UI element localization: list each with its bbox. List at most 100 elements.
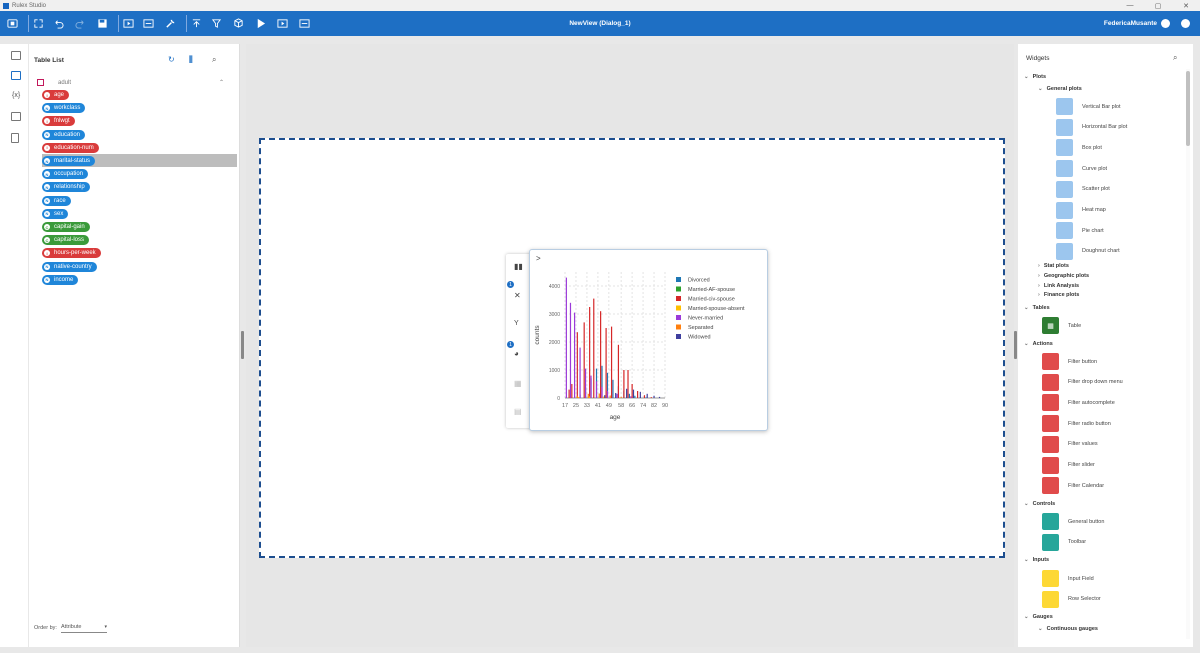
layout-icon[interactable]	[140, 15, 157, 32]
widget-row-selector[interactable]: Row Selector	[1042, 590, 1101, 608]
widget-horizontal-bar-plot[interactable]: Horizontal Bar plot	[1056, 118, 1127, 136]
attribute-chip-capital-loss[interactable]: Ccapital-loss	[42, 235, 90, 246]
tree-plots[interactable]: ⌄ Plots	[1024, 74, 1046, 80]
search-icon[interactable]: ⌕	[212, 55, 216, 65]
home-icon[interactable]	[4, 15, 21, 32]
widget-general-button[interactable]: General button	[1042, 513, 1104, 530]
preview-icon[interactable]	[274, 15, 291, 32]
attribute-chip-education-num[interactable]: Ieducation-num	[42, 142, 99, 153]
widget-curve-plot[interactable]: Curve plot	[1056, 160, 1107, 178]
cube-icon[interactable]	[230, 15, 247, 32]
account-icon[interactable]	[1161, 19, 1170, 28]
tree-inputs[interactable]: ⌄ Inputs	[1024, 557, 1049, 563]
filter-clear-icon[interactable]	[208, 15, 225, 32]
attribute-chip-hours-per-week[interactable]: Ihours-per-week	[42, 248, 101, 259]
tree-continuous-gauges[interactable]: ⌄ Continuous gauges	[1038, 626, 1098, 632]
present-icon[interactable]	[118, 15, 135, 32]
legend-item: Separated	[688, 325, 713, 331]
user-name[interactable]: FedericaMusante	[1104, 20, 1157, 27]
widget-filter-drop-down-menu[interactable]: Filter drop down menu	[1042, 373, 1123, 391]
scrollbar-thumb[interactable]	[1186, 71, 1190, 146]
undo-icon[interactable]	[50, 15, 67, 32]
widget-filter-radio-button[interactable]: Filter radio button	[1042, 415, 1111, 433]
axis-icon[interactable]: Y	[514, 320, 519, 327]
fullscreen-icon[interactable]	[28, 15, 45, 32]
tree-actions[interactable]: ⌄ Actions	[1024, 341, 1053, 347]
bar-widowed	[632, 389, 635, 398]
bar-plot-widget[interactable]: ▮▮ 1 ✕ Y 1 ◕ ▦ ▤ > 0 1000 2000 3000 4000 17 25…	[506, 249, 768, 431]
widget-heat-map[interactable]: Heat map	[1056, 201, 1106, 219]
search-icon[interactable]: ⌕	[1173, 53, 1177, 63]
attribute-chip-workclass[interactable]: Nworkclass	[42, 103, 86, 114]
dialog-dropzone[interactable]: ▮▮ 1 ✕ Y 1 ◕ ▦ ▤ > 0 1000 2000 3000 4000 17 25…	[259, 138, 1005, 558]
attribute-chip-relationship[interactable]: Nrelationship	[42, 182, 90, 193]
minimize-button[interactable]: —	[1116, 2, 1144, 10]
widget-toolbar[interactable]: Toolbar	[1042, 533, 1086, 551]
widget-filter-values[interactable]: Filter values	[1042, 435, 1098, 453]
widget-filter-button[interactable]: Filter button	[1042, 353, 1097, 370]
wrench-icon[interactable]	[162, 15, 179, 32]
widget-pie-chart[interactable]: Pie chart	[1056, 222, 1104, 240]
grid-icon[interactable]: ▦	[514, 379, 522, 388]
tree-link-analysis[interactable]: › Link Analysis	[1038, 283, 1079, 289]
play-icon[interactable]	[252, 15, 269, 32]
tree-gauges[interactable]: ⌄ Gauges	[1024, 614, 1053, 620]
bar-married-civ-spouse	[568, 389, 570, 398]
document-icon[interactable]	[11, 133, 19, 143]
tree-geographic-plots[interactable]: › Geographic plots	[1038, 273, 1089, 279]
attribute-chip-education[interactable]: Neducation	[42, 129, 86, 140]
chevron-right-icon: ›	[1038, 282, 1040, 289]
redo-icon[interactable]	[72, 15, 89, 32]
info-icon[interactable]	[1181, 19, 1190, 28]
upload-icon[interactable]	[186, 15, 203, 32]
table-source[interactable]: adult	[37, 79, 71, 86]
maximize-button[interactable]: ▢	[1144, 2, 1172, 10]
close-window-button[interactable]: ✕	[1172, 2, 1200, 10]
export-icon[interactable]	[296, 15, 313, 32]
chevron-up-icon[interactable]: ⌃	[219, 79, 224, 86]
attribute-chip-capital-gain[interactable]: Ccapital-gain	[42, 222, 90, 232]
widget-filter-autocomplete[interactable]: Filter autocomplete	[1042, 394, 1115, 412]
filter-autocomplete-icon	[1042, 394, 1059, 412]
widget-vertical-bar-plot[interactable]: Vertical Bar plot	[1056, 98, 1121, 115]
dialog-icon[interactable]	[11, 112, 21, 121]
attribute-chip-fnlwgt[interactable]: Ifnlwgt	[42, 116, 75, 127]
attribute-type-badge: C	[44, 224, 50, 230]
widget-doughnut-chart[interactable]: Doughnut chart	[1056, 242, 1120, 260]
bar-chart-icon[interactable]: ▮▮	[514, 262, 523, 271]
attribute-chip-native-country[interactable]: Nnative-country	[42, 261, 97, 272]
widget-scatter-plot[interactable]: Scatter plot	[1056, 180, 1110, 198]
attribute-chip-income[interactable]: Nincome	[42, 274, 79, 285]
widget-table[interactable]: ▦ Table	[1042, 317, 1081, 334]
horizontal-bar-plot-icon	[1056, 118, 1073, 136]
table-list-icon[interactable]	[11, 71, 21, 80]
attribute-chip-race[interactable]: Nrace	[42, 195, 71, 206]
formula-icon[interactable]: {x}	[12, 92, 20, 99]
widget-box-plot[interactable]: Box plot	[1056, 139, 1102, 157]
attribute-chip-occupation[interactable]: Noccupation	[42, 169, 89, 180]
tree-finance-plots[interactable]: › Finance plots	[1038, 292, 1079, 298]
scrollbar[interactable]	[1186, 69, 1190, 639]
attribute-chip-sex[interactable]: Nsex	[42, 208, 69, 219]
design-canvas[interactable]: ▮▮ 1 ✕ Y 1 ◕ ▦ ▤ > 0 1000 2000 3000 4000 17 25…	[246, 44, 1014, 647]
close-icon[interactable]: ✕	[514, 291, 521, 300]
views-icon[interactable]	[11, 51, 21, 60]
attribute-chip-age[interactable]: Iage	[42, 90, 70, 100]
attribute-chip-marital-status[interactable]: Nmarital-status	[42, 156, 96, 166]
columns-icon[interactable]: ⫼	[189, 55, 193, 65]
widget-input-field[interactable]: Input Field	[1042, 570, 1094, 587]
tree-tables[interactable]: ⌄ Tables	[1024, 305, 1050, 311]
table-view-icon[interactable]: ▤	[514, 407, 522, 416]
tree-general-plots[interactable]: ⌄ General plots	[1038, 86, 1082, 92]
bar-separated	[598, 393, 600, 398]
widget-filter-slider[interactable]: Filter slider	[1042, 456, 1095, 474]
right-resize-handle[interactable]	[1014, 331, 1017, 359]
order-by-select[interactable]: Attribute ▾	[61, 622, 107, 633]
refresh-icon[interactable]: ↻	[168, 55, 175, 64]
tree-controls[interactable]: ⌄ Controls	[1024, 501, 1055, 507]
palette-icon[interactable]: ◕	[514, 349, 519, 358]
save-icon[interactable]	[94, 15, 111, 32]
widget-filter-calendar[interactable]: Filter Calendar	[1042, 477, 1104, 495]
left-resize-handle[interactable]	[241, 331, 244, 359]
tree-stat-plots[interactable]: › Stat plots	[1038, 263, 1069, 269]
